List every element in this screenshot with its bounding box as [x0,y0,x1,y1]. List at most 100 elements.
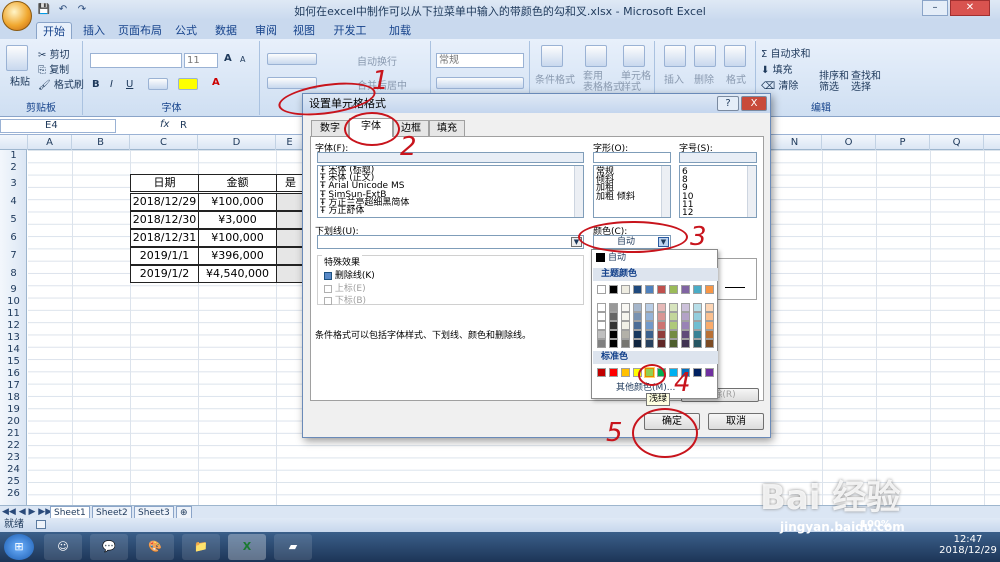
border-icon[interactable] [148,78,168,90]
style-listbox[interactable]: 常规 倾斜 加粗 加粗 倾斜 [593,165,671,218]
taskbar-clock[interactable]: 12:47 2018/12/29 [938,534,998,556]
minimize-icon[interactable]: – [922,0,948,16]
cancel-button[interactable]: 取消 [708,413,764,430]
row-header[interactable]: 24 [0,464,27,476]
row-header[interactable]: 25 [0,476,27,488]
column-header[interactable]: E [276,135,304,150]
theme-color-swatch[interactable] [681,285,690,294]
column-header[interactable]: B [72,135,130,150]
font-listbox[interactable]: Ŧ 宋体 (标题) Ŧ 宋体 (正文) Ŧ Arial Unicode MS Ŧ… [317,165,584,218]
style-input[interactable] [593,152,671,163]
theme-color-swatch[interactable] [693,285,702,294]
font-color-button[interactable]: A [212,77,220,88]
theme-color-swatch[interactable] [693,330,702,339]
autosum-button[interactable]: Σ 自动求和 [761,45,811,60]
theme-color-swatch[interactable] [681,339,690,348]
fill-color-icon[interactable] [178,78,198,90]
conditional-format-button[interactable]: 条件格式 [535,71,575,86]
table-row-e[interactable] [276,265,304,283]
theme-color-swatch[interactable] [597,321,606,330]
theme-color-swatch[interactable] [609,312,618,321]
dialog-close-button[interactable]: X [741,96,767,111]
theme-color-swatch[interactable] [705,321,714,330]
theme-color-swatch[interactable] [705,303,714,312]
theme-color-swatch[interactable] [705,330,714,339]
theme-color-swatch[interactable] [645,303,654,312]
theme-color-swatch[interactable] [609,321,618,330]
theme-color-swatch[interactable] [657,285,666,294]
redo-icon[interactable]: ↷ [74,3,90,17]
theme-color-swatch[interactable] [657,312,666,321]
theme-color-swatch[interactable] [633,312,642,321]
paste-button[interactable]: 粘贴 [10,73,30,88]
theme-color-swatch[interactable] [693,303,702,312]
list-item[interactable]: Ŧ 方正舒体 [318,206,583,215]
strike-checkbox[interactable]: 删除线(K) [324,268,375,281]
start-button[interactable]: ⊞ [4,534,34,560]
table-row-date[interactable]: 2018/12/29 [130,193,199,211]
row-header[interactable]: 4 [0,193,27,211]
tab-developer[interactable]: 开发工具 [330,22,370,54]
theme-color-swatch[interactable] [669,312,678,321]
column-header[interactable]: A [28,135,72,150]
table-row-amount[interactable]: ¥100,000 [198,229,277,247]
column-header[interactable]: D [198,135,276,150]
insert-cells-icon[interactable] [664,45,686,67]
row-header[interactable]: 12 [0,320,27,332]
row-header[interactable]: 19 [0,404,27,416]
standard-color-swatch[interactable] [597,368,606,377]
copy-button[interactable]: ⎘ 复制 [38,61,69,76]
close-window-icon[interactable]: ✕ [950,0,990,16]
tab-page-layout[interactable]: 页面布局 [116,22,164,39]
table-row-e[interactable] [276,229,304,247]
tab-formulas[interactable]: 公式 [172,22,200,39]
cell-style-icon[interactable] [623,45,645,67]
format-cells-icon[interactable] [724,45,746,67]
cell-header-e[interactable]: 是 [276,174,304,192]
save-icon[interactable]: 💾 [36,3,52,17]
undo-icon[interactable]: ↶ [55,3,71,17]
standard-color-swatch[interactable] [621,368,630,377]
theme-color-swatch[interactable] [681,330,690,339]
theme-color-swatch[interactable] [645,312,654,321]
font-list-scrollbar[interactable] [574,166,583,217]
number-format-combo[interactable]: 常规 [436,53,524,68]
dialog-tab-fill[interactable]: 填充 [429,120,465,136]
theme-color-swatch[interactable] [633,330,642,339]
theme-color-swatch[interactable] [693,321,702,330]
theme-color-swatch[interactable] [669,303,678,312]
theme-color-swatch[interactable] [597,330,606,339]
font-size-combo[interactable]: 11 [184,53,218,68]
list-item[interactable]: 6 [680,167,756,176]
theme-color-swatch[interactable] [657,303,666,312]
checkbox-icon[interactable] [324,284,332,293]
table-row-e[interactable] [276,247,304,265]
theme-color-swatch[interactable] [597,339,606,348]
tab-view[interactable]: 视图 [290,22,318,39]
list-item[interactable]: 12 [680,208,756,217]
row-header[interactable]: 8 [0,265,27,283]
find-select-button[interactable]: 查找和 选择 [851,71,881,93]
theme-color-swatch[interactable] [609,339,618,348]
dialog-help-button[interactable]: ? [717,96,739,111]
table-row-date[interactable]: 2018/12/31 [130,229,199,247]
table-row-e[interactable] [276,193,304,211]
select-all-corner[interactable] [0,135,28,150]
style-list-scrollbar[interactable] [661,166,670,217]
list-item[interactable]: 8 [680,176,756,185]
theme-color-swatch[interactable] [669,321,678,330]
fx-button[interactable]: fx [160,119,169,130]
shrink-font-button[interactable]: A [240,55,245,64]
theme-color-swatch[interactable] [645,330,654,339]
taskbar-excel-icon[interactable]: X [228,534,266,560]
table-row-amount[interactable]: ¥100,000 [198,193,277,211]
theme-color-swatch[interactable] [621,321,630,330]
theme-color-swatch[interactable] [705,285,714,294]
size-listbox[interactable]: 6 8 9 10 11 12 [679,165,757,218]
italic-button[interactable]: I [110,79,113,90]
cell-header-amount[interactable]: 金额 [198,174,277,192]
theme-color-swatch[interactable] [669,330,678,339]
cell-style-button[interactable]: 单元格 样式 [621,71,651,93]
underline-button[interactable]: U [126,79,133,90]
theme-color-swatch[interactable] [609,330,618,339]
